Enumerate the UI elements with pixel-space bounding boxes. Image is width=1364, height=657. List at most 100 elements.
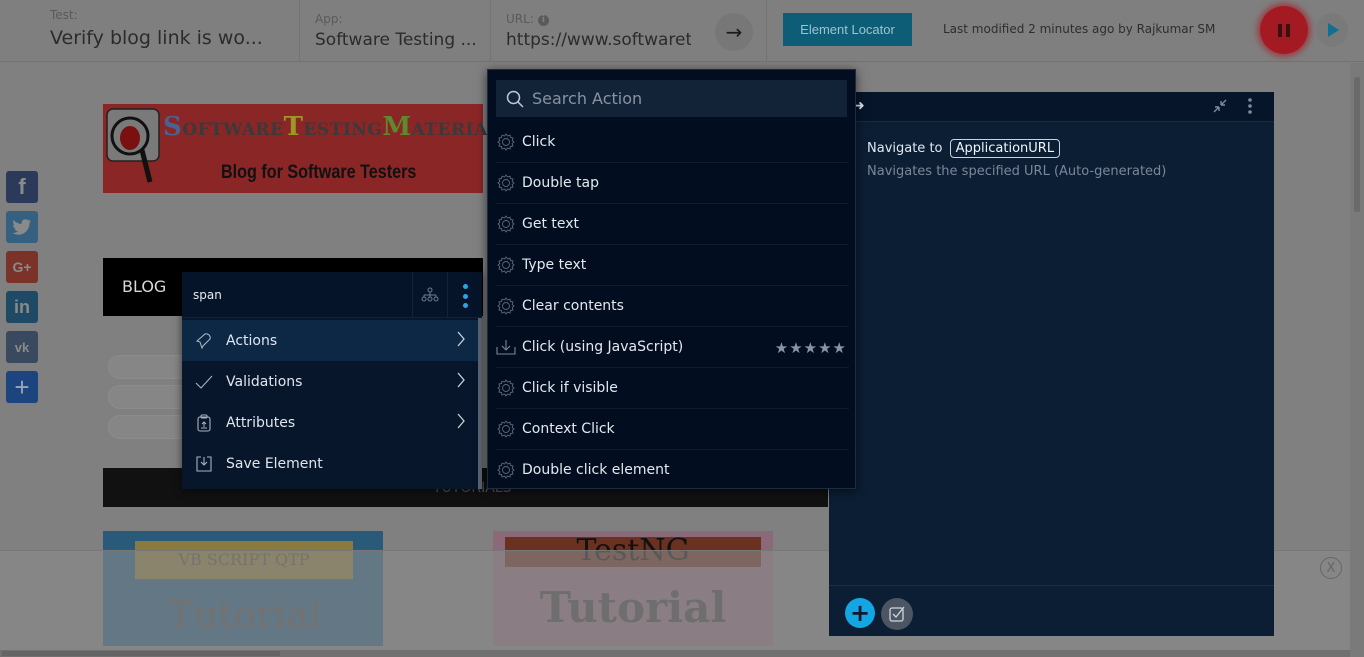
magnifier-ladybug-icon: [106, 108, 160, 183]
app-label: App:: [315, 12, 343, 26]
action-item[interactable]: Context Click: [496, 409, 849, 450]
element-locator-button[interactable]: Element Locator: [783, 13, 912, 46]
action-item-label: Clear contents: [522, 298, 624, 314]
context-item-validations[interactable]: Validations: [182, 361, 478, 402]
search-action-input[interactable]: [532, 89, 832, 108]
chevron-right-icon: [456, 371, 466, 393]
dom-tree-icon: [421, 287, 439, 302]
checkbox-icon: [889, 606, 905, 622]
context-item-label: Validations: [226, 373, 303, 390]
gear-icon: [496, 214, 522, 234]
pointer-icon: [182, 332, 226, 350]
url-input[interactable]: https://www.softwaretestingmaterial.com: [506, 30, 691, 50]
action-item[interactable]: Double tap: [496, 163, 849, 204]
action-item-label: Type text: [522, 257, 587, 273]
action-item[interactable]: Clear contents: [496, 286, 849, 327]
action-item[interactable]: Click (using JavaScript) ★★★★★: [496, 327, 849, 368]
gear-icon: [496, 255, 522, 275]
download-icon: [496, 338, 522, 356]
twitter-bird-icon: [12, 219, 32, 235]
check-icon: [182, 375, 226, 389]
chevron-right-icon: [456, 330, 466, 352]
action-item[interactable]: Double click element: [496, 450, 849, 488]
rating-stars: ★★★★★: [775, 339, 847, 357]
arrow-right-icon: →: [725, 20, 743, 44]
google-plus-icon[interactable]: G+: [6, 251, 38, 283]
star-icon: ★: [818, 339, 833, 357]
element-tag-name: span: [193, 288, 222, 302]
test-label: Test:: [50, 8, 78, 22]
vertical-scrollbar[interactable]: [1350, 63, 1364, 657]
go-button[interactable]: →: [715, 13, 753, 51]
horizontal-scrollbar[interactable]: [0, 650, 1350, 657]
action-item-label: Click if visible: [522, 380, 618, 396]
logo-subtitle: Blog for Software Testers: [221, 162, 417, 183]
twitter-icon[interactable]: [6, 211, 38, 243]
collapse-icon[interactable]: [1212, 98, 1228, 118]
site-logo[interactable]: SOFTWARETESTINGMATERIAL Blog for Softwar…: [103, 104, 500, 193]
context-item-attributes[interactable]: Attributes: [182, 402, 478, 443]
star-icon: ★: [774, 339, 790, 357]
dom-tree-button[interactable]: [412, 272, 448, 318]
steps-panel-footer: +: [829, 585, 1274, 636]
gear-icon: [496, 419, 522, 439]
context-item-actions[interactable]: Actions: [182, 320, 478, 361]
star-icon: ★: [803, 339, 819, 357]
logo-title: SOFTWARETESTINGMATERIAL: [163, 112, 501, 142]
step-param-chip[interactable]: ApplicationURL: [949, 139, 1061, 158]
test-step[interactable]: Navigate to ApplicationURL: [867, 139, 1061, 158]
action-item[interactable]: Click if visible: [496, 368, 849, 409]
action-item-label: Get text: [522, 216, 580, 232]
plus-icon: +: [849, 599, 871, 627]
add-step-button[interactable]: +: [845, 598, 875, 628]
context-item-label: Actions: [226, 332, 278, 349]
clipboard-icon: [182, 414, 226, 432]
action-item-label: Click: [522, 134, 556, 150]
star-icon: ★: [832, 339, 847, 357]
context-item-label: Save Element: [226, 455, 323, 472]
more-vertical-icon[interactable]: [1247, 97, 1253, 119]
chevron-right-icon: [456, 412, 466, 434]
test-name[interactable]: Verify blog link is wo...: [50, 27, 290, 49]
test-name-cell[interactable]: Test: Verify blog link is wo...: [0, 0, 300, 62]
action-item[interactable]: Get text: [496, 204, 849, 245]
app-cell[interactable]: App: Software Testing ...: [300, 0, 491, 62]
context-item-label: Attributes: [226, 414, 296, 431]
scrollbar-thumb[interactable]: [1354, 77, 1360, 212]
facebook-icon[interactable]: f: [6, 171, 38, 203]
context-menu-header: span: [182, 272, 482, 318]
scrollbar-thumb[interactable]: [2, 651, 280, 656]
gear-icon: [496, 378, 522, 398]
app-name[interactable]: Software Testing ...: [315, 30, 485, 50]
more-vertical-icon[interactable]: [450, 284, 480, 308]
context-menu-scrollbar[interactable]: [478, 318, 482, 489]
pause-icon: [1276, 23, 1292, 37]
search-action-field[interactable]: [496, 80, 847, 117]
action-item-label: Click (using JavaScript): [522, 339, 684, 355]
test-steps-panel: ➜ Navigate to ApplicationURL Navigates t…: [829, 92, 1274, 636]
actions-list: Click Double tap Get text Type text Clear co…: [488, 122, 855, 488]
context-item-save-element[interactable]: Save Element: [182, 443, 478, 484]
vk-icon[interactable]: vk: [6, 331, 38, 363]
linkedin-icon[interactable]: in: [6, 291, 38, 323]
gear-icon: [496, 296, 522, 316]
blog-label[interactable]: BLOG: [122, 277, 166, 296]
pause-recording-button[interactable]: [1260, 6, 1308, 54]
action-item[interactable]: Type text: [496, 245, 849, 286]
search-icon: [506, 90, 524, 108]
play-button[interactable]: [1316, 13, 1348, 47]
add-validation-button[interactable]: [881, 598, 913, 630]
share-add-icon[interactable]: +: [6, 371, 38, 403]
action-item[interactable]: Click: [496, 122, 849, 163]
actions-submenu: Click Double tap Get text Type text Clear co…: [487, 69, 856, 489]
action-item-label: Double tap: [522, 175, 600, 191]
play-icon: [1328, 23, 1339, 37]
last-modified: Last modified 2 minutes ago by Rajkumar …: [943, 22, 1216, 36]
close-popup-button[interactable]: X: [1320, 557, 1342, 579]
step-action: Navigate to: [867, 141, 943, 156]
step-description: Navigates the specified URL (Auto-genera…: [867, 164, 1167, 179]
info-icon[interactable]: i: [537, 15, 549, 26]
gear-icon: [496, 132, 522, 152]
test-header: Test: Verify blog link is wo... App: Sof…: [0, 0, 1364, 62]
star-icon: ★: [789, 339, 804, 357]
